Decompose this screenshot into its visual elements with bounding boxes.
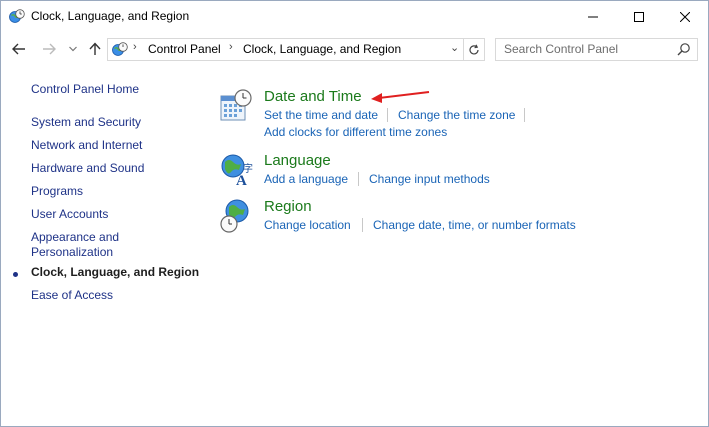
link-separator [524,108,525,122]
window-title: Clock, Language, and Region [31,9,190,23]
region-title[interactable]: Region [264,198,312,215]
search-input[interactable] [496,39,674,58]
forward-button[interactable] [39,39,59,59]
region-icon[interactable] [219,198,255,234]
set-time-and-date-link[interactable]: Set the time and date [264,108,378,122]
annotation-arrow-icon [371,91,430,103]
nav-user-accounts[interactable]: User Accounts [31,207,108,222]
date-and-time-icon[interactable] [219,88,255,124]
nav-network-and-internet[interactable]: Network and Internet [31,138,142,153]
close-button[interactable] [662,1,708,32]
address-dropdown-chevron-icon[interactable]: ⌄ [450,41,459,54]
add-language-link[interactable]: Add a language [264,172,348,186]
nav-system-and-security[interactable]: System and Security [31,115,141,130]
address-bar[interactable]: › Control Panel › Clock, Language, and R… [107,38,464,61]
nav-hardware-and-sound[interactable]: Hardware and Sound [31,161,144,176]
up-button[interactable] [85,39,105,59]
control-panel-home-link[interactable]: Control Panel Home [31,82,139,97]
navigation-bar: › Control Panel › Clock, Language, and R… [1,35,708,63]
language-title[interactable]: Language [264,152,331,169]
breadcrumb-clock-language-region[interactable]: Clock, Language, and Region [243,42,401,56]
link-separator [387,108,388,122]
arrow-left-icon [12,43,25,55]
clock-language-region-icon [9,9,25,23]
recent-locations-button[interactable] [63,39,83,59]
minimize-icon [588,16,598,17]
breadcrumb-separator[interactable]: › [133,41,137,53]
arrow-up-icon [89,42,101,55]
change-formats-link[interactable]: Change date, time, or number formats [373,218,576,232]
change-location-link[interactable]: Change location [264,218,351,232]
breadcrumb-control-panel[interactable]: Control Panel [148,42,221,56]
refresh-icon [468,44,479,54]
language-icon[interactable]: A 字 [219,152,255,188]
date-and-time-title[interactable]: Date and Time [264,88,362,105]
close-icon [680,11,690,22]
back-button[interactable] [9,39,29,59]
nav-ease-of-access[interactable]: Ease of Access [31,288,113,303]
add-clocks-link[interactable]: Add clocks for different time zones [264,125,447,139]
change-time-zone-link[interactable]: Change the time zone [398,108,515,122]
title-bar: Clock, Language, and Region [1,1,708,32]
breadcrumb-separator[interactable]: › [229,41,233,53]
svg-text:A: A [236,173,247,188]
current-page-bullet [13,272,18,277]
refresh-button[interactable] [463,38,485,61]
chevron-down-icon [69,46,77,52]
svg-text:字: 字 [243,162,253,175]
control-panel-icon [112,42,128,56]
minimize-button[interactable] [570,1,616,32]
maximize-button[interactable] [616,1,662,32]
control-panel-window: Clock, Language, and Region › Control Pa… [0,0,709,427]
maximize-icon [634,11,644,22]
arrow-right-icon [43,43,56,55]
nav-programs[interactable]: Programs [31,184,83,199]
search-box[interactable] [495,38,698,61]
nav-clock-language-region[interactable]: Clock, Language, and Region [31,265,199,280]
link-separator [362,218,363,232]
nav-appearance-and-personalization[interactable]: Appearance and Personalization [31,230,151,260]
link-separator [358,172,359,186]
search-icon[interactable] [677,42,691,56]
change-input-methods-link[interactable]: Change input methods [369,172,490,186]
